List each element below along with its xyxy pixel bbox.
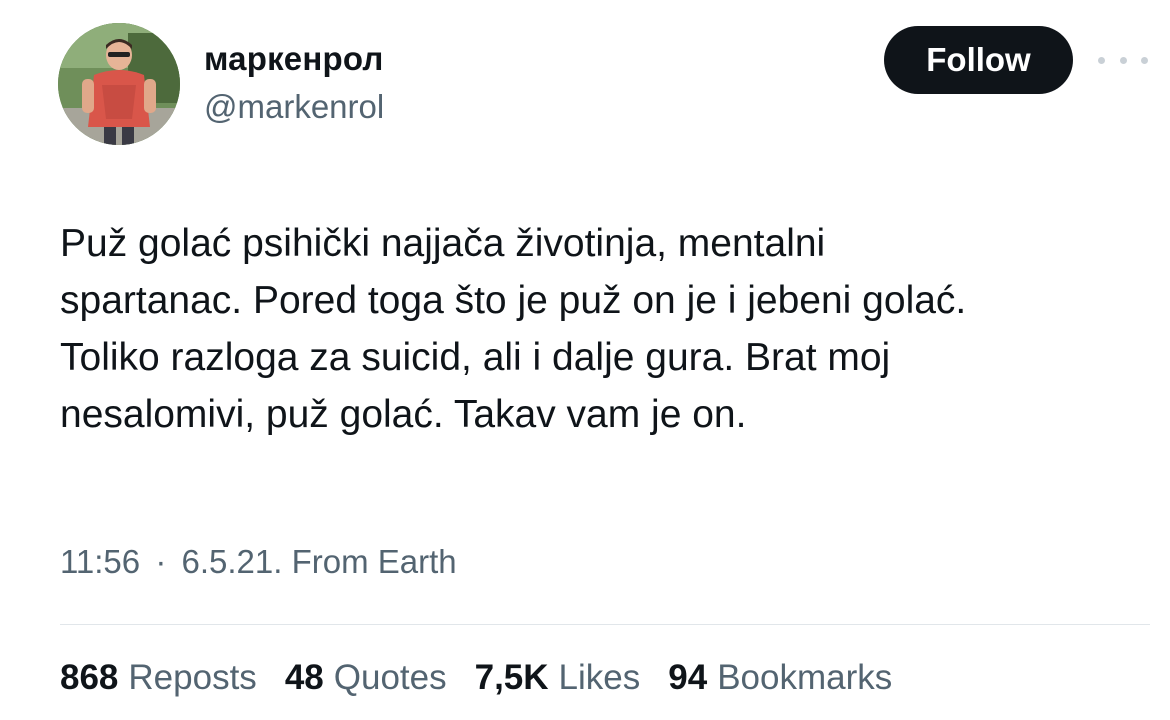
tweet-date[interactable]: 6.5.21. <box>181 543 282 580</box>
tweet-text: Puž golać psihički najjača životinja, me… <box>60 215 1150 443</box>
more-dot <box>1119 56 1127 64</box>
stat-reposts[interactable]: 868 Reposts <box>60 658 257 698</box>
tweet-card: маркенрол @markenrol Follow Puž golać ps… <box>0 0 1170 720</box>
more-dot <box>1098 56 1105 64</box>
stat-label: Likes <box>558 658 641 697</box>
stat-quotes[interactable]: 48 Quotes <box>285 658 447 698</box>
stat-count: 7,5K <box>474 658 549 697</box>
profile-photo-icon <box>58 23 180 145</box>
tweet-source: From Earth <box>291 543 457 580</box>
tweet-text-line: nesalomivi, puž golać. Takav vam je on. <box>60 393 747 436</box>
tweet-text-line: Puž golać psihički najjača životinja, me… <box>60 222 826 265</box>
stat-count: 868 <box>60 658 119 697</box>
tweet-time[interactable]: 11:56 <box>60 543 140 580</box>
stat-count: 48 <box>284 658 324 697</box>
tweet-text-line: Toliko razloga za suicid, ali i dalje gu… <box>60 336 891 379</box>
stat-label: Quotes <box>333 658 447 697</box>
tweet-meta: 11:56 · 6.5.21. From Earth <box>60 543 457 581</box>
engagement-stats: 868 Reposts 48 Quotes 7,5K Likes 94 Book… <box>60 658 892 698</box>
follow-button[interactable]: Follow <box>884 26 1073 94</box>
tweet-text-line: spartanac. Pored toga što je puž on je i… <box>60 279 967 322</box>
author-handle[interactable]: @markenrol <box>204 88 384 126</box>
more-dot <box>1141 56 1148 64</box>
stat-label: Bookmarks <box>717 658 893 697</box>
stat-likes[interactable]: 7,5K Likes <box>475 658 641 698</box>
divider <box>60 624 1150 625</box>
stat-label: Reposts <box>128 658 257 697</box>
author-display-name[interactable]: маркенрол <box>204 40 384 78</box>
avatar[interactable] <box>58 23 180 145</box>
stat-count: 94 <box>668 658 708 697</box>
stat-bookmarks[interactable]: 94 Bookmarks <box>668 658 892 698</box>
more-horizontal-icon[interactable] <box>1098 50 1148 70</box>
meta-separator: · <box>155 543 167 580</box>
